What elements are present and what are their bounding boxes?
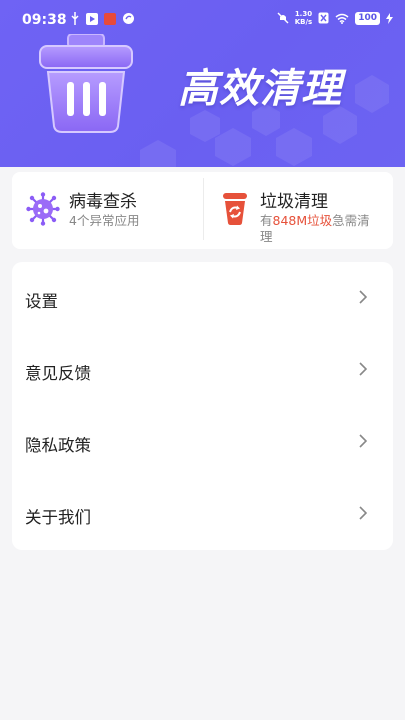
virus-scan-title: 病毒查杀	[69, 192, 137, 212]
menu-item-label: 隐私政策	[25, 436, 91, 455]
sync-icon	[123, 13, 134, 24]
chevron-right-icon	[359, 434, 367, 448]
trash-cup-icon	[223, 193, 247, 225]
wifi-icon	[335, 13, 349, 24]
play-icon	[86, 12, 98, 25]
menu-item-about-us[interactable]: 关于我们	[12, 478, 393, 550]
chevron-right-icon	[359, 290, 367, 304]
menu-item-settings[interactable]: 设置	[12, 262, 393, 334]
chevron-right-icon	[359, 506, 367, 520]
junk-clean-subtitle: 有848M垃圾急需清理	[260, 213, 370, 244]
trash-bin-icon	[39, 34, 133, 133]
junk-clean-title: 垃圾清理	[260, 192, 328, 212]
menu-item-label: 关于我们	[25, 508, 91, 527]
sim-off-icon	[318, 12, 329, 24]
chevron-right-icon	[359, 362, 367, 376]
mute-icon	[277, 12, 289, 24]
network-speed: 1.30 KB/s	[294, 10, 313, 26]
header-banner: 09:38 1.30 KB/s 100 高效清理	[0, 0, 405, 167]
charging-icon	[386, 12, 393, 24]
feature-cards: 病毒查杀 4个异常应用 垃圾清理 有848M垃圾急需清理	[12, 172, 393, 249]
settings-menu: 设置 意见反馈 隐私政策 关于我们	[12, 262, 393, 550]
battery-level: 100	[355, 11, 380, 25]
virus-icon	[26, 192, 60, 226]
virus-scan-card[interactable]: 病毒查杀 4个异常应用	[12, 172, 203, 249]
usb-icon	[71, 12, 79, 25]
menu-item-feedback[interactable]: 意见反馈	[12, 334, 393, 406]
app-badge-icon	[104, 12, 116, 25]
menu-item-privacy-policy[interactable]: 隐私政策	[12, 406, 393, 478]
status-time: 09:38	[22, 12, 67, 28]
page-title: 高效清理	[178, 66, 342, 112]
junk-size-highlight: 848M垃圾	[272, 213, 333, 228]
virus-scan-subtitle: 4个异常应用	[69, 213, 140, 228]
menu-item-label: 意见反馈	[25, 364, 91, 383]
junk-clean-card[interactable]: 垃圾清理 有848M垃圾急需清理	[204, 172, 393, 249]
menu-item-label: 设置	[25, 292, 58, 311]
